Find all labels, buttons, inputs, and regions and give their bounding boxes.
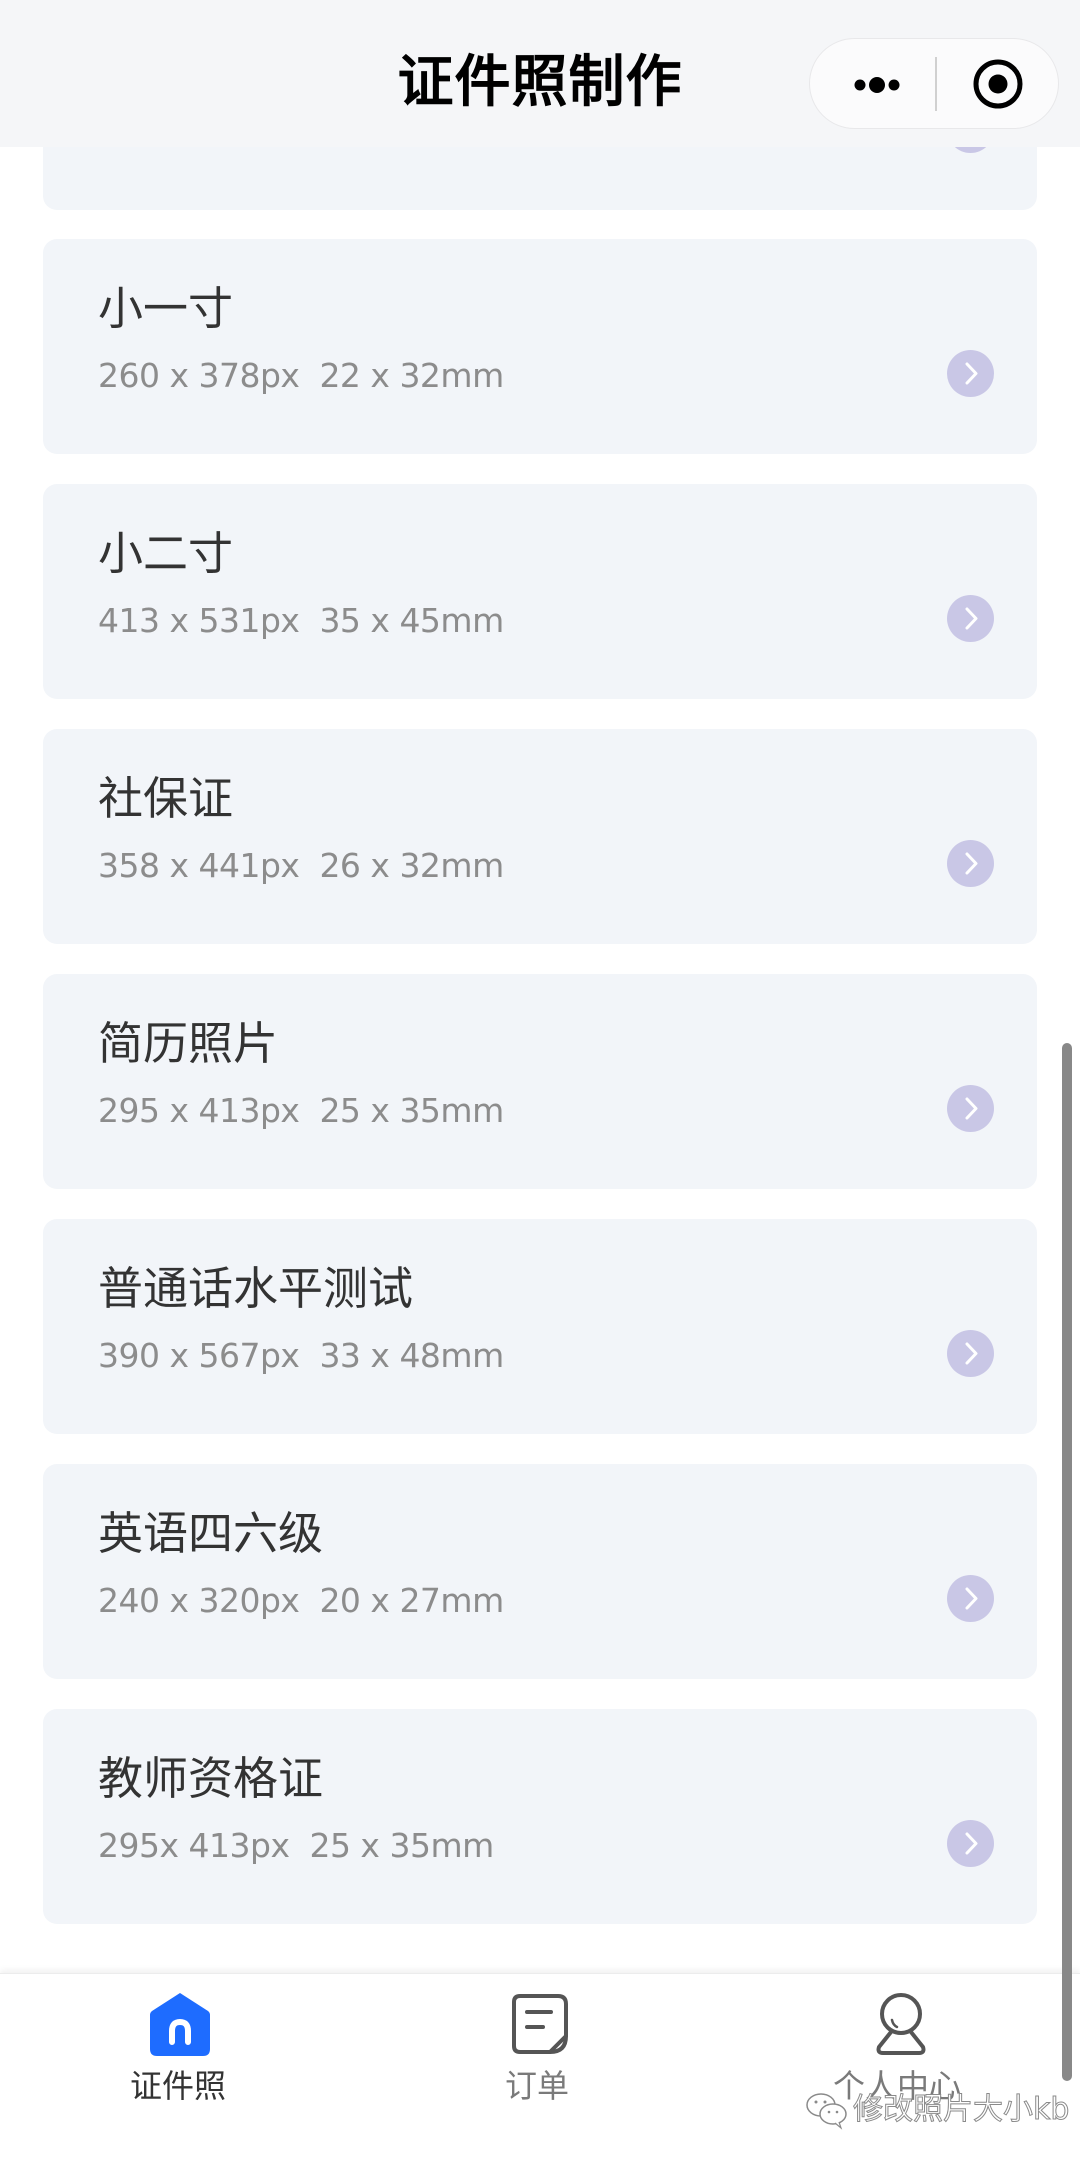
chevron-right-icon[interactable] xyxy=(947,1330,994,1377)
scrollbar[interactable] xyxy=(1062,1043,1072,2081)
wechat-icon xyxy=(806,2093,847,2130)
list-item-xiao-yi-cun[interactable]: 小一寸 260 x 378px 22 x 32mm xyxy=(43,239,1037,454)
chevron-right-icon[interactable] xyxy=(947,350,994,397)
home-icon xyxy=(150,1993,210,2056)
more-button[interactable] xyxy=(810,39,935,127)
chevron-right-icon[interactable] xyxy=(947,1820,994,1867)
item-title: 社保证 xyxy=(98,772,234,825)
more-dots-icon xyxy=(854,77,900,93)
chevron-right-icon[interactable] xyxy=(947,595,994,642)
item-title: 小二寸 xyxy=(98,527,234,580)
list-item-cet[interactable]: 英语四六级 240 x 320px 20 x 27mm xyxy=(43,1464,1037,1679)
item-spec: 358 x 441px 26 x 32mm xyxy=(98,846,504,885)
order-document-icon xyxy=(512,1994,568,2054)
tab-id-photo[interactable]: 证件照 xyxy=(0,1974,360,2124)
list-item-teacher-cert[interactable]: 教师资格证 295x 413px 25 x 35mm xyxy=(43,1709,1037,1924)
tab-label: 证件照 xyxy=(130,2067,227,2105)
watermark-text: 修改照片大小kb xyxy=(852,2092,1070,2128)
tab-label: 订单 xyxy=(505,2067,570,2105)
item-title: 教师资格证 xyxy=(98,1752,324,1805)
item-title: 小一寸 xyxy=(98,282,234,335)
chevron-right-icon[interactable] xyxy=(947,1575,994,1622)
list-item-mandarin-test[interactable]: 普通话水平测试 390 x 567px 33 x 48mm xyxy=(43,1219,1037,1434)
chevron-right-icon[interactable] xyxy=(947,1085,994,1132)
profile-person-icon xyxy=(876,1993,926,2055)
item-spec: 295 x 413px 25 x 35mm xyxy=(98,1091,504,1130)
item-title: 英语四六级 xyxy=(98,1507,324,1560)
nav-bar: 证件照制作 xyxy=(0,0,1080,147)
watermark: 修改照片大小kb xyxy=(805,2090,1070,2130)
item-spec: 390 x 567px 33 x 48mm xyxy=(98,1336,504,1375)
list-item-resume-photo[interactable]: 简历照片 295 x 413px 25 x 35mm xyxy=(43,974,1037,1189)
close-mini-program-button[interactable] xyxy=(936,39,1058,127)
tab-orders[interactable]: 订单 xyxy=(360,1974,720,2124)
item-spec: 413 x 531px 35 x 45mm xyxy=(98,601,504,640)
list-item-xiao-er-cun[interactable]: 小二寸 413 x 531px 35 x 45mm xyxy=(43,484,1037,699)
item-spec: 240 x 320px 20 x 27mm xyxy=(98,1581,504,1620)
mini-program-capsule xyxy=(809,38,1059,129)
item-title: 简历照片 xyxy=(98,1017,279,1070)
list-item-social-security[interactable]: 社保证 358 x 441px 26 x 32mm xyxy=(43,729,1037,944)
size-list: 小一寸 260 x 378px 22 x 32mm 小二寸 413 x 531p… xyxy=(0,0,1080,1973)
item-spec: 260 x 378px 22 x 32mm xyxy=(98,356,504,395)
chevron-right-icon[interactable] xyxy=(947,840,994,887)
target-circle-icon xyxy=(973,59,1023,109)
item-spec: 295x 413px 25 x 35mm xyxy=(98,1826,494,1865)
item-title: 普通话水平测试 xyxy=(98,1262,414,1315)
